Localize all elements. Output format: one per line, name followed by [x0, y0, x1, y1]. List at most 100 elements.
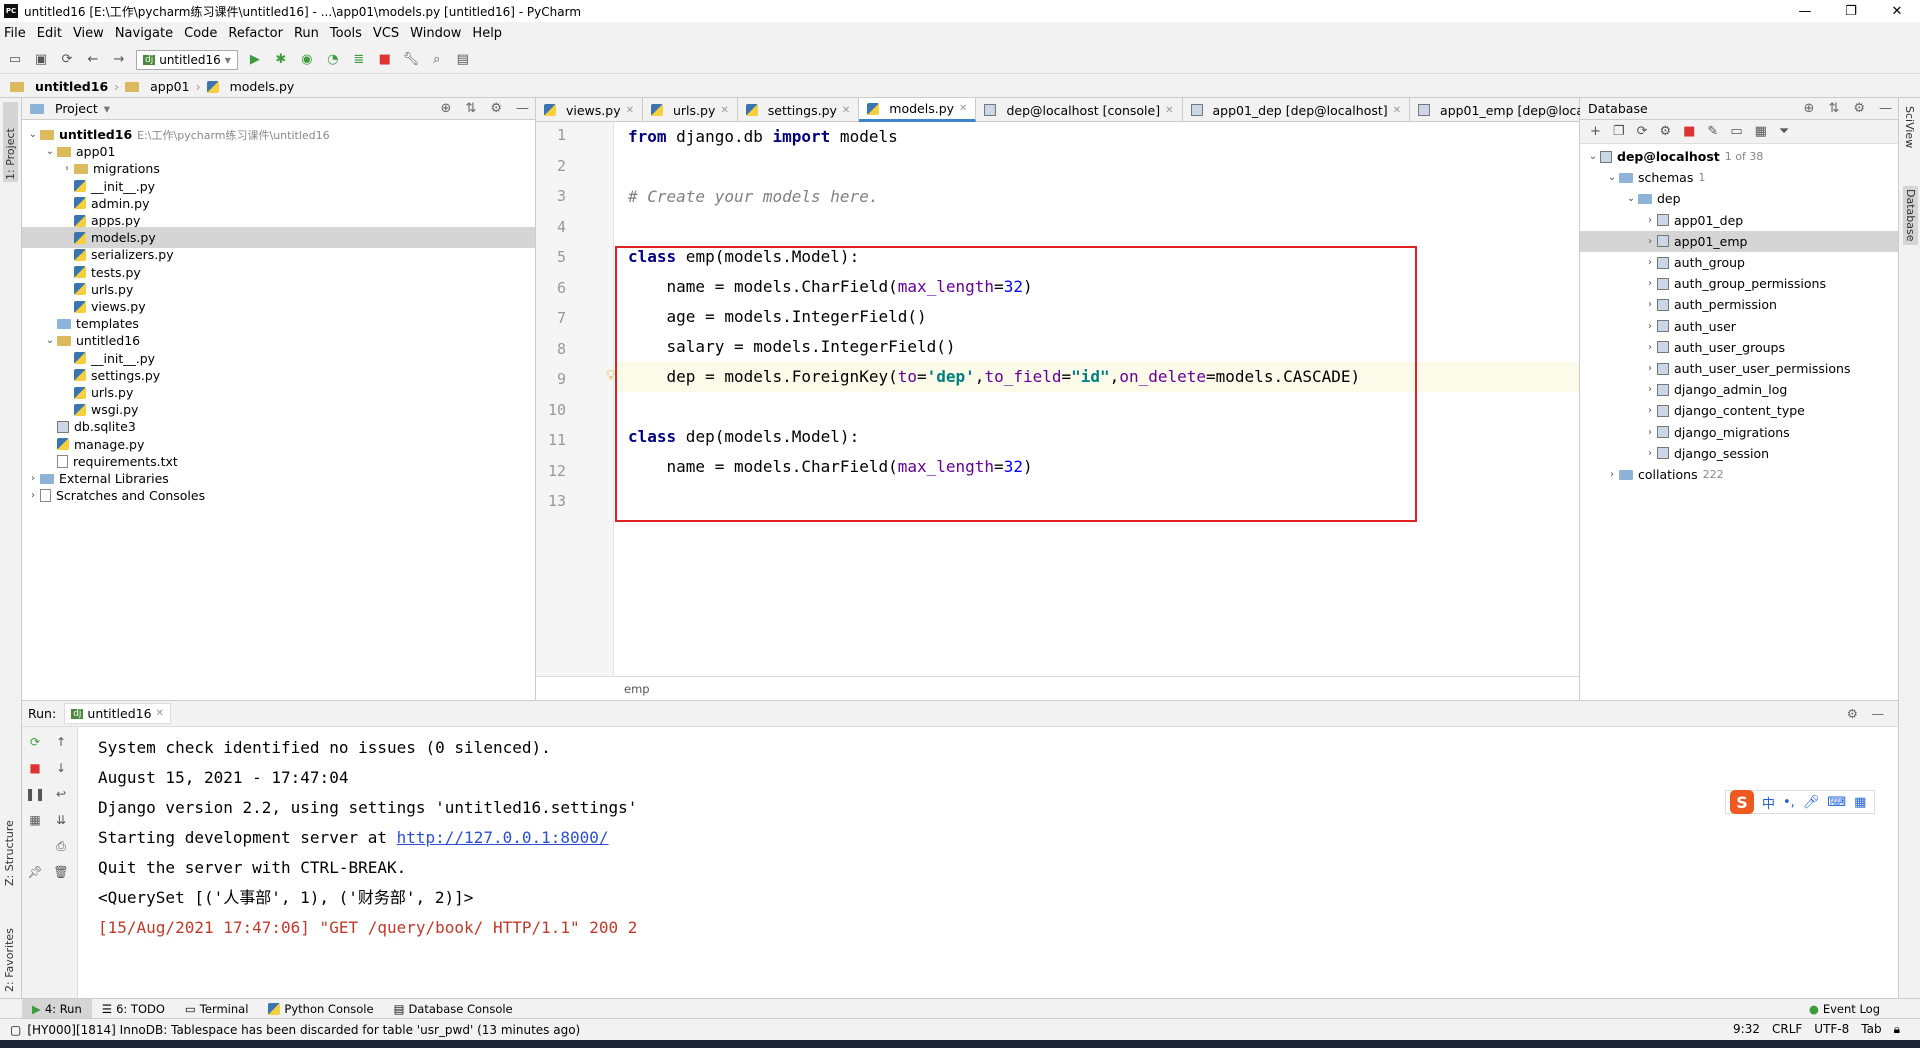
database-console-tool-tab[interactable]: ▤ Database Console — [384, 999, 523, 1019]
favorites-tool-tab[interactable]: 2: Favorites — [3, 906, 16, 992]
menu-code[interactable]: Code — [184, 26, 217, 41]
close-tab-icon[interactable]: ✕ — [1393, 105, 1401, 116]
caret-position[interactable]: 9:32 — [1733, 1022, 1760, 1037]
gear-icon[interactable]: ⚙ — [1847, 706, 1858, 721]
db-tree-item[interactable]: › django_migrations — [1580, 422, 1898, 443]
breadcrumb-project[interactable]: untitled16 — [35, 79, 108, 94]
expand-arrow-icon[interactable]: › — [1643, 278, 1657, 289]
schema-icon[interactable]: ⚙ — [1659, 124, 1671, 139]
maximize-button[interactable]: ❐ — [1828, 0, 1874, 22]
expand-arrow-icon[interactable]: › — [1643, 405, 1657, 416]
menu-run[interactable]: Run — [294, 26, 319, 41]
python-console-tool-tab[interactable]: Python Console — [258, 999, 383, 1019]
pause-icon[interactable]: ❚❚ — [25, 785, 45, 803]
up-arrow-icon[interactable]: ↑ — [52, 733, 70, 751]
structure-tool-tab[interactable]: Z: Structure — [3, 806, 16, 886]
status-panel-icon[interactable]: ▢ — [10, 1023, 21, 1037]
rerun-icon[interactable]: ⟳ — [26, 733, 44, 751]
editor-tab[interactable]: urls.py ✕ — [643, 98, 738, 122]
profile-icon[interactable]: ◔ — [324, 51, 342, 69]
sync-icon[interactable]: ⟳ — [58, 51, 76, 69]
expand-arrow-icon[interactable]: ⌄ — [1624, 193, 1638, 204]
expand-arrow-icon[interactable]: › — [26, 473, 40, 484]
db-tree-item[interactable]: ⌄ dep@localhost 1 of 38 — [1580, 146, 1898, 167]
refresh-icon[interactable]: ⟳ — [1637, 124, 1648, 139]
edit-icon[interactable]: ✎ — [1707, 124, 1718, 139]
status-message[interactable]: [HY000][1814] InnoDB: Tablespace has bee… — [27, 1023, 580, 1037]
trash-icon[interactable]: 🗑︎ — [52, 863, 70, 881]
close-tab-icon[interactable]: ✕ — [626, 105, 634, 116]
locate-icon[interactable]: ⊕ — [441, 101, 452, 116]
stop-icon[interactable]: ■ — [1683, 124, 1695, 139]
editor-tab[interactable]: settings.py ✕ — [738, 98, 860, 122]
expand-arrow-icon[interactable]: › — [1643, 215, 1657, 226]
gear-icon[interactable]: ⚙ — [490, 101, 502, 116]
microphone-icon[interactable]: 🎤︎ — [1803, 795, 1820, 810]
project-structure-icon[interactable]: ▤ — [454, 51, 472, 69]
save-icon[interactable]: ▣ — [32, 51, 50, 69]
tree-item[interactable]: › Scratches and Consoles — [22, 485, 535, 506]
close-tab-icon[interactable]: ✕ — [1165, 105, 1173, 116]
expand-arrow-icon[interactable]: › — [1643, 342, 1657, 353]
coverage-icon[interactable]: ◉ — [298, 51, 316, 69]
expand-arrow-icon[interactable]: ⌄ — [1605, 172, 1619, 183]
db-tree-item[interactable]: ⌄ schemas 1 — [1580, 167, 1898, 188]
db-tree-item[interactable]: › collations 222 — [1580, 464, 1898, 485]
project-header-label[interactable]: Project — [55, 101, 98, 116]
expand-arrow-icon[interactable]: › — [1605, 469, 1619, 480]
grid-icon[interactable]: ▦ — [1854, 795, 1866, 810]
run-tool-tab[interactable]: ▶ 4: Run — [22, 998, 92, 1019]
expand-arrow-icon[interactable]: › — [26, 490, 40, 501]
sogou-logo-icon[interactable]: S — [1730, 790, 1754, 814]
db-tree-item[interactable]: › app01_dep — [1580, 210, 1898, 231]
down-arrow-icon[interactable]: ↓ — [52, 759, 70, 777]
menu-tools[interactable]: Tools — [330, 26, 362, 41]
run-config-select[interactable]: dj untitled16 ▾ — [136, 49, 238, 70]
expand-arrow-icon[interactable]: › — [1643, 363, 1657, 374]
expand-arrow-icon[interactable]: › — [1643, 321, 1657, 332]
expand-arrow-icon[interactable]: ⌄ — [26, 129, 40, 140]
file-encoding[interactable]: UTF-8 — [1814, 1022, 1849, 1037]
server-url-link[interactable]: http://127.0.0.1:8000/ — [397, 828, 609, 847]
table-icon[interactable]: ▦ — [1755, 124, 1767, 139]
collapse-all-icon[interactable]: ⇅ — [1828, 101, 1839, 116]
db-tree-item[interactable]: ⌄ dep — [1580, 188, 1898, 209]
expand-arrow-icon[interactable]: › — [1643, 384, 1657, 395]
editor-breadcrumb[interactable]: emp — [536, 676, 1579, 700]
console-icon[interactable]: ▭ — [1730, 124, 1742, 139]
add-icon[interactable]: + — [1590, 124, 1601, 139]
restore-layout-icon[interactable]: ▦ — [26, 811, 44, 829]
project-tool-tab[interactable]: 1: Project — [3, 102, 18, 182]
db-tree-item[interactable]: › django_session — [1580, 443, 1898, 464]
close-button[interactable]: ✕ — [1874, 0, 1920, 22]
expand-arrow-icon[interactable]: › — [1643, 236, 1657, 247]
editor-tab[interactable]: models.py ✕ — [859, 98, 977, 122]
expand-arrow-icon[interactable]: › — [1643, 299, 1657, 310]
collapse-all-icon[interactable]: ⇅ — [465, 101, 476, 116]
sciview-tool-tab[interactable]: SciView — [1903, 106, 1916, 148]
forward-icon[interactable]: → — [110, 51, 128, 69]
menu-help[interactable]: Help — [472, 26, 502, 41]
editor-tab[interactable]: views.py ✕ — [536, 98, 643, 122]
open-folder-icon[interactable]: ▭ — [6, 51, 24, 69]
menu-window[interactable]: Window — [410, 26, 461, 41]
hide-panel-icon[interactable]: — — [1879, 101, 1892, 116]
debug-icon[interactable]: ✱ — [272, 51, 290, 69]
todo-tool-tab[interactable]: ☰ 6: TODO — [92, 999, 175, 1019]
db-tree-item[interactable]: › auth_group_permissions — [1580, 273, 1898, 294]
globe-icon[interactable]: ⊕ — [1804, 101, 1815, 116]
db-tree-item[interactable]: › auth_user — [1580, 316, 1898, 337]
print-icon[interactable]: ⎙ — [52, 837, 70, 855]
db-tree-item[interactable]: › django_content_type — [1580, 400, 1898, 421]
expand-arrow-icon[interactable]: › — [1643, 448, 1657, 459]
db-tree-item[interactable]: › auth_user_user_permissions — [1580, 358, 1898, 379]
console-output[interactable]: System check identified no issues (0 sil… — [98, 733, 1898, 943]
settings-wrench-icon[interactable]: 🔧︎ — [402, 51, 420, 69]
copy-icon[interactable]: ❐ — [1613, 124, 1625, 139]
close-tab-icon[interactable]: ✕ — [959, 103, 967, 114]
pin-icon[interactable]: 📌︎ — [26, 863, 44, 881]
database-tool-tab[interactable]: Database — [1903, 186, 1918, 245]
db-tree-item[interactable]: › app01_emp — [1580, 230, 1898, 252]
keyboard-icon[interactable]: ⌨ — [1827, 795, 1846, 810]
lock-icon[interactable]: 🔒︎ — [1894, 1022, 1900, 1037]
